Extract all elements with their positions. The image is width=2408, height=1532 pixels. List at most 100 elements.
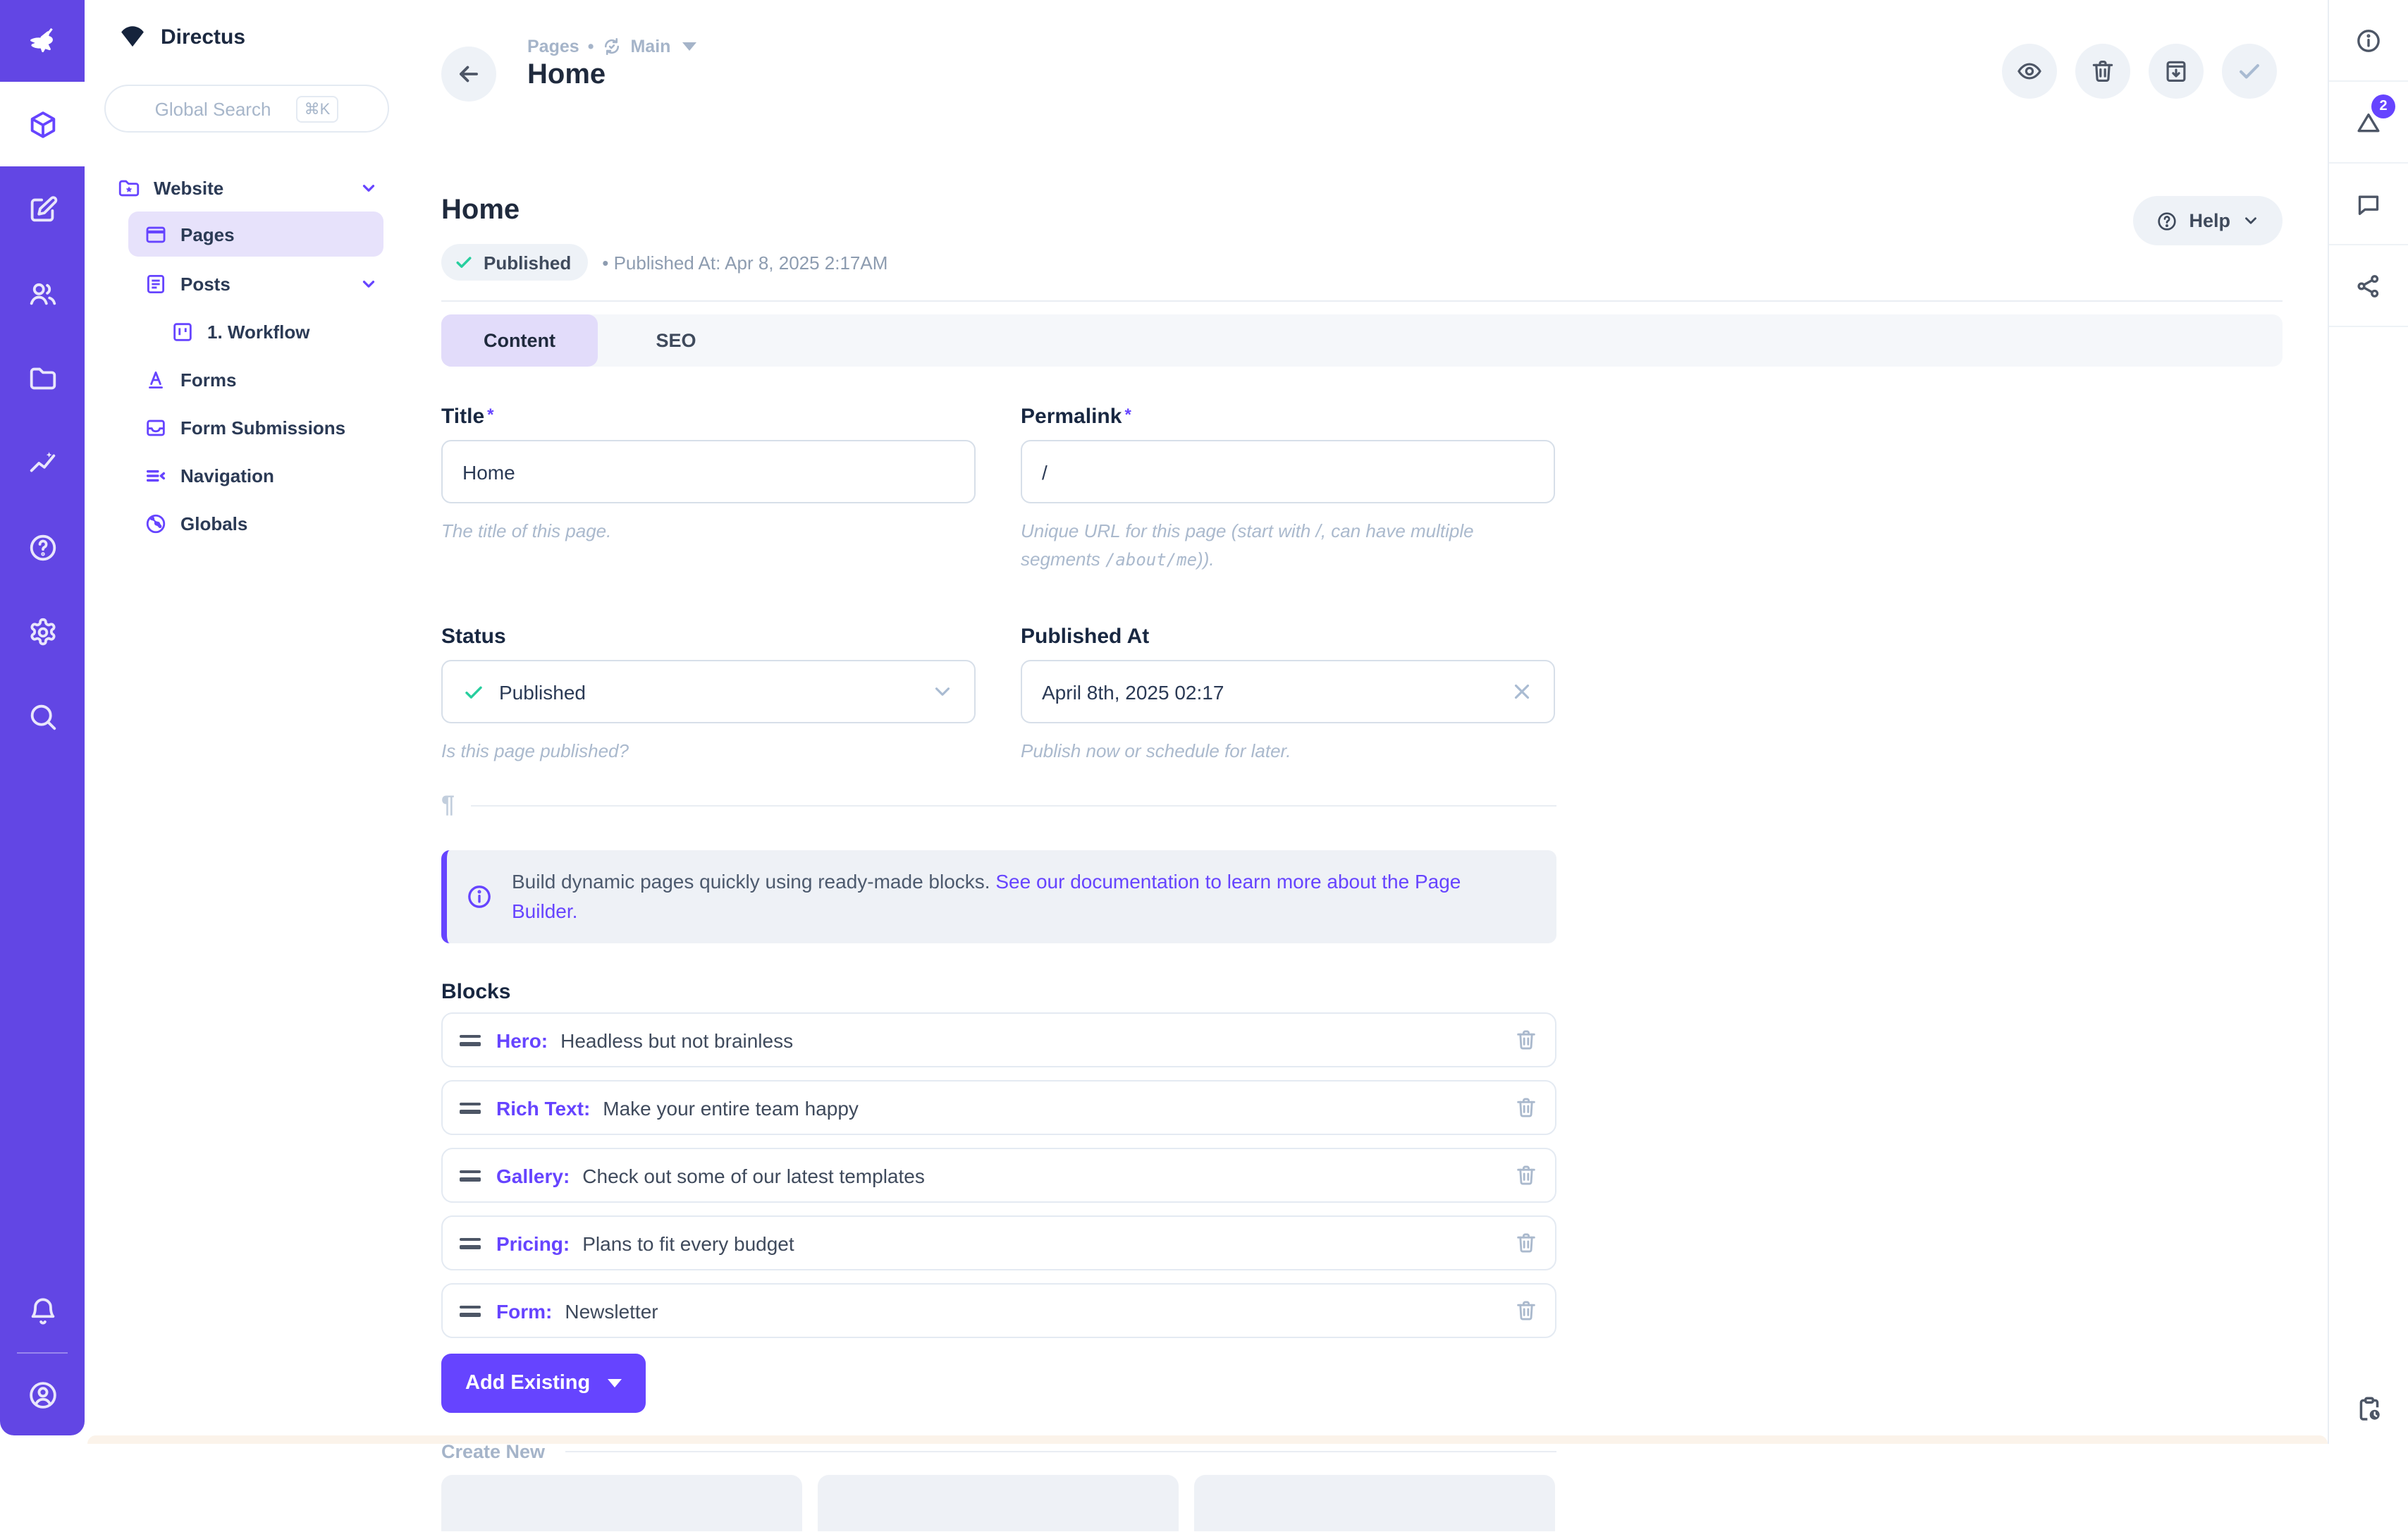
chevron-down-icon[interactable] [930,680,954,704]
trash-icon[interactable] [1514,1029,1538,1053]
content-divider: ¶ [441,792,1556,820]
module-bar [0,0,85,1435]
user-avatar-icon [26,1378,59,1411]
project-brand[interactable]: Directus [85,0,409,51]
module-search[interactable] [0,674,85,759]
nav-item-navigation[interactable]: Navigation [85,451,409,499]
preview-button[interactable] [2002,44,2057,99]
block-row-gallery[interactable]: Gallery: Check out some of our latest te… [441,1148,1556,1203]
save-button[interactable] [2222,44,2277,99]
page-title: Home [527,59,696,92]
block-type: Pricing: [496,1232,570,1255]
trash-icon[interactable] [1514,1299,1538,1323]
block-row-rich-text[interactable]: Rich Text: Make your entire team happy [441,1081,1556,1136]
drag-handle-icon[interactable] [460,1238,481,1249]
block-type: Form: [496,1300,552,1323]
project-name: Directus [161,25,245,49]
check-icon [2236,58,2263,85]
trash-icon[interactable] [1514,1096,1538,1120]
user-menu-button[interactable] [0,1354,85,1435]
comment-icon [2354,190,2383,218]
shares-tab[interactable] [2329,245,2408,327]
global-search-input[interactable] [155,98,285,119]
delete-button[interactable] [2075,44,2130,99]
drag-handle-icon[interactable] [460,1306,481,1317]
check-icon [454,252,474,272]
nav-item-posts[interactable]: Posts [85,259,409,307]
block-type: Gallery: [496,1165,570,1187]
nav-item-globals[interactable]: Globals [85,499,409,547]
title-field: Title* The title of this page. [441,405,976,575]
chevron-down-icon[interactable] [360,274,378,293]
add-existing-button[interactable]: Add Existing [441,1354,645,1414]
trash-icon[interactable] [1514,1164,1538,1188]
module-content[interactable] [0,82,85,166]
block-row-form[interactable]: Form: Newsletter [441,1284,1556,1339]
info-tab[interactable] [2329,0,2408,82]
detail-tabs: Content SEO [441,314,2283,367]
module-bar-spacer [0,759,85,1268]
drag-handle-icon[interactable] [460,1103,481,1114]
permalink-note: Unique URL for this page (start with /, … [1021,517,1555,575]
status-row: Published • Published At: Apr 8, 2025 2:… [441,244,2328,281]
info-circle-icon [2354,26,2383,54]
breadcrumb-version[interactable]: Main [630,37,670,56]
drag-handle-icon[interactable] [460,1035,481,1046]
archive-icon [2163,58,2189,85]
status-field: Status Published Is this page published? [441,625,976,766]
help-circle-icon [2155,209,2177,232]
help-circle-icon [26,531,59,563]
nav-item-form-submissions[interactable]: Form Submissions [85,403,409,451]
permalink-input[interactable] [1042,460,1534,483]
trash-icon[interactable] [1514,1232,1538,1256]
global-search[interactable]: ⌘K [104,85,389,133]
revisions-tab[interactable]: 2 [2329,82,2408,164]
create-new-card[interactable] [1194,1476,1555,1532]
create-new-card[interactable] [441,1476,802,1532]
title-input[interactable] [462,460,954,483]
module-insights[interactable] [0,420,85,505]
tab-content[interactable]: Content [441,314,598,367]
version-caret-icon[interactable] [682,42,696,51]
block-row-hero[interactable]: Hero: Headless but not brainless [441,1013,1556,1068]
revisions-badge: 2 [2371,94,2395,118]
module-settings[interactable] [0,589,85,674]
app-logo[interactable] [0,0,85,82]
help-button[interactable]: Help [2132,196,2283,245]
published-at-field: Published At Publish now or schedule for… [1021,625,1555,766]
activity-tab[interactable] [2329,1395,2408,1424]
nav-label: Pages [180,223,235,245]
drag-handle-icon[interactable] [460,1170,481,1182]
back-button[interactable] [441,47,496,102]
archive-button[interactable] [2149,44,2204,99]
nav-item-workflow[interactable]: 1. Workflow [85,307,409,355]
nav-label: 1. Workflow [207,321,309,342]
breadcrumb-collection[interactable]: Pages [527,37,579,56]
published-at-input[interactable] [1042,681,1510,704]
block-title: Check out some of our latest templates [582,1165,925,1187]
create-new-card[interactable] [818,1476,1179,1532]
module-editor[interactable] [0,166,85,251]
folder-icon [26,362,59,394]
module-users[interactable] [0,251,85,336]
title-note: The title of this page. [441,517,976,546]
notifications-button[interactable] [0,1268,85,1352]
block-row-pricing[interactable]: Pricing: Plans to fit every budget [441,1216,1556,1271]
right-sidebar: 2 [2328,0,2408,1444]
chevron-down-icon[interactable] [360,178,378,197]
tab-seo[interactable]: SEO [598,314,754,367]
status-select[interactable]: Published [441,661,976,724]
arrow-left-icon [455,61,482,87]
nav-item-website[interactable]: Website [85,164,409,212]
comments-tab[interactable] [2329,164,2408,245]
letter-a-icon [144,367,168,391]
content-area: Pages • Main Home [409,0,2328,1435]
nav-item-forms[interactable]: Forms [85,355,409,403]
module-help[interactable] [0,505,85,589]
clear-icon[interactable] [1510,680,1534,704]
status-badge: Published [441,244,588,281]
module-files[interactable] [0,336,85,420]
nav-item-pages[interactable]: Pages [128,212,383,257]
bottom-peek-strip [87,1435,2328,1444]
globe-icon [144,511,168,535]
